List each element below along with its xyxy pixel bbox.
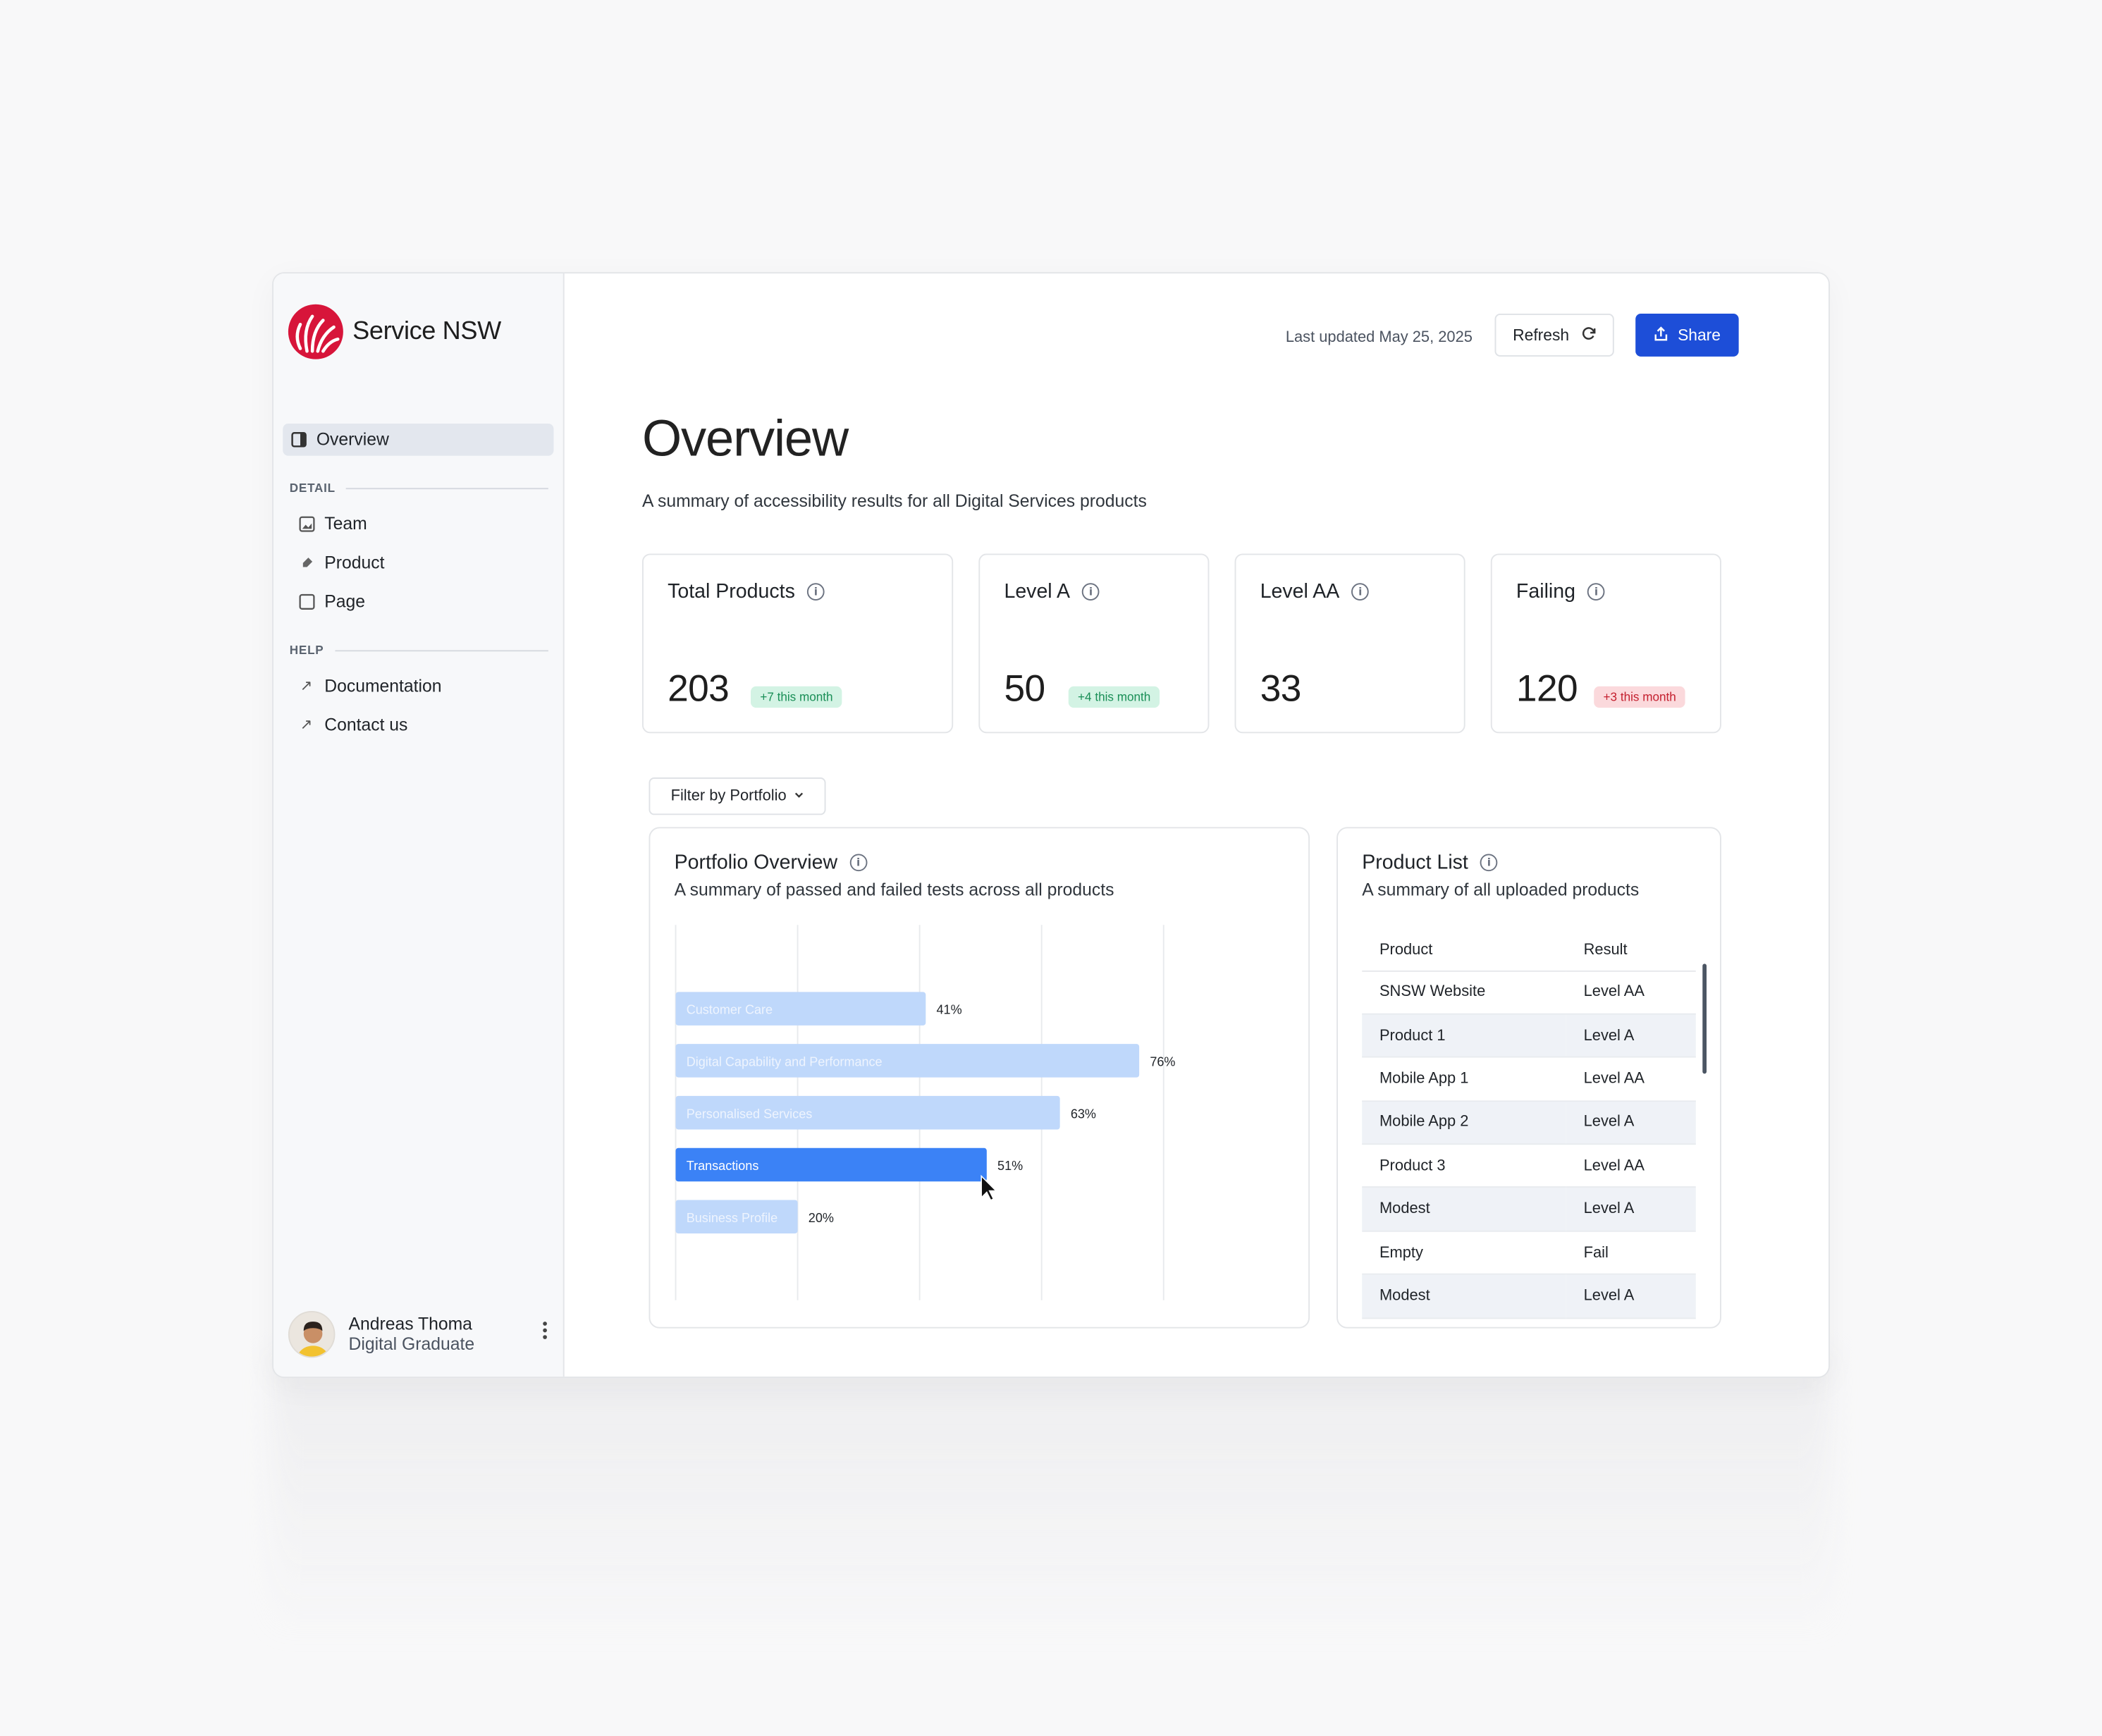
refresh-button[interactable]: Refresh xyxy=(1494,314,1614,357)
stat-value: 33 xyxy=(1260,667,1302,710)
info-icon[interactable]: i xyxy=(1587,583,1605,601)
bar-value-label: 41% xyxy=(937,1003,962,1017)
sidebar-item-contact-us[interactable]: ↗ Contact us xyxy=(297,714,408,735)
result-cell: Level A xyxy=(1566,1274,1696,1319)
product-name-cell: Modest xyxy=(1362,1274,1566,1319)
result-cell: Level A xyxy=(1566,1187,1696,1232)
sidebar-item-label: Documentation xyxy=(324,675,442,696)
table-row[interactable]: Mobile App 1 Level AA xyxy=(1362,1057,1696,1102)
page-subtitle: A summary of accessibility results for a… xyxy=(641,491,1147,511)
arrow-up-right-icon: ↗ xyxy=(300,717,313,734)
detail-section-heading: DETAIL xyxy=(290,481,548,495)
tag-icon xyxy=(297,553,315,571)
table-row[interactable]: Product 1 Level A xyxy=(1362,1014,1696,1059)
product-name-cell: Mobile App 1 xyxy=(1362,1057,1566,1102)
stat-card-level-aa: Level AA i 33 xyxy=(1234,553,1465,734)
stat-value: 120 xyxy=(1516,667,1578,710)
portfolio-overview-panel: Portfolio Overview i A summary of passed … xyxy=(649,827,1310,1329)
product-name-cell: SNSW Website xyxy=(1362,970,1566,1015)
share-button[interactable]: Share xyxy=(1635,314,1739,357)
sidebar-item-product[interactable]: Product xyxy=(297,552,385,573)
bar-label: Business Profile xyxy=(687,1211,778,1225)
product-name-cell: Product 1 xyxy=(1362,1014,1566,1059)
bar-label: Customer Care xyxy=(687,1003,773,1017)
bar-value-label: 63% xyxy=(1071,1107,1096,1121)
portfolio-bar-chart: Customer Care 41% Digital Capability and P… xyxy=(675,925,1175,1300)
info-icon[interactable]: i xyxy=(806,583,825,601)
result-cell: Level AA xyxy=(1566,1144,1696,1188)
product-name-cell: Product 3 xyxy=(1362,1144,1566,1188)
arrow-up-right-icon: ↗ xyxy=(300,678,313,695)
table-row[interactable]: Empty Fail xyxy=(1362,1231,1696,1276)
product-name-cell: Modest xyxy=(1362,1187,1566,1232)
bar-label: Transactions xyxy=(687,1159,759,1173)
refresh-icon xyxy=(1580,325,1596,345)
trend-badge: +4 this month xyxy=(1068,686,1160,708)
product-table: Product Result SNSW Website Level AA Produ… xyxy=(1362,930,1696,1319)
bar-value-label: 20% xyxy=(809,1211,834,1225)
user-role: Digital Graduate xyxy=(348,1334,475,1354)
chevron-down-icon xyxy=(793,788,804,804)
app-window: Service NSW Overview DETAIL Team Product… xyxy=(272,272,1830,1379)
product-name-cell: Empty xyxy=(1362,1231,1566,1276)
table-row[interactable]: Modest Level A xyxy=(1362,1274,1696,1319)
more-options-icon[interactable] xyxy=(540,1322,548,1343)
table-row[interactable]: Mobile App 2 Level A xyxy=(1362,1100,1696,1145)
sidebar-item-team[interactable]: Team xyxy=(297,513,367,534)
table-scrollbar[interactable] xyxy=(1702,964,1707,1074)
result-cell: Fail xyxy=(1566,1231,1696,1276)
column-header-product[interactable]: Product xyxy=(1362,930,1566,971)
result-cell: Level A xyxy=(1566,1014,1696,1059)
bar-label: Digital Capability and Performance xyxy=(687,1055,883,1069)
stat-value: 50 xyxy=(1004,667,1045,710)
page-title: Overview xyxy=(641,411,849,468)
stat-value: 203 xyxy=(668,667,730,710)
avatar xyxy=(288,1310,336,1358)
stat-card-failing: Failing i 120 +3 this month xyxy=(1490,553,1721,734)
bar-value-label: 76% xyxy=(1150,1055,1175,1069)
user-name: Andreas Thoma xyxy=(348,1313,472,1334)
service-nsw-logo-icon xyxy=(288,304,343,359)
table-header-row: Product Result xyxy=(1362,930,1696,971)
sidebar-item-page[interactable]: Page xyxy=(297,591,366,612)
sidebar-item-label: Contact us xyxy=(324,714,408,735)
result-cell: Level A xyxy=(1566,1100,1696,1145)
info-icon[interactable]: i xyxy=(1351,583,1370,601)
trend-badge: +3 this month xyxy=(1594,686,1686,708)
sidebar-item-documentation[interactable]: ↗ Documentation xyxy=(297,675,442,696)
sidebar-item-overview-row[interactable]: Overview xyxy=(290,429,389,450)
table-row[interactable]: Product 3 Level AA xyxy=(1362,1144,1696,1188)
image-icon xyxy=(297,515,315,532)
result-cell: Level AA xyxy=(1566,1057,1696,1102)
stat-card-level-a: Level Ai 50 +4 this month xyxy=(978,553,1210,734)
product-name-cell: Mobile App 2 xyxy=(1362,1100,1566,1145)
book-icon xyxy=(290,430,307,448)
sidebar-item-label: Overview xyxy=(316,429,389,450)
sidebar-item-label: Product xyxy=(324,552,385,573)
help-section-heading: HELP xyxy=(290,644,548,657)
bar-label: Personalised Services xyxy=(687,1107,813,1121)
trend-badge: +7 this month xyxy=(751,686,842,708)
info-icon[interactable]: i xyxy=(1480,854,1498,872)
column-header-result[interactable]: Result xyxy=(1566,930,1696,971)
panel-title: Product List xyxy=(1362,851,1468,874)
square-icon xyxy=(297,593,315,610)
user-profile[interactable]: Andreas Thoma Digital Graduate xyxy=(288,1308,556,1359)
stat-card-total-products: Total Products i 203 +7 this month xyxy=(641,553,954,734)
filter-by-portfolio-dropdown[interactable]: Filter by Portfolio xyxy=(649,777,826,815)
sidebar-item-label: Team xyxy=(324,513,367,534)
sidebar: Service NSW Overview DETAIL Team Product… xyxy=(273,273,565,1377)
table-row[interactable]: SNSW Website Level AA xyxy=(1362,970,1696,1015)
brand-name: Service NSW xyxy=(352,317,501,346)
mouse-cursor-icon xyxy=(981,1174,997,1201)
result-cell: Level AA xyxy=(1566,970,1696,1015)
panel-subtitle: A summary of all uploaded products xyxy=(1362,879,1640,900)
table-row[interactable]: Modest Level A xyxy=(1362,1187,1696,1232)
info-icon[interactable]: i xyxy=(1082,583,1100,601)
bar-value-label: 51% xyxy=(997,1159,1023,1173)
last-updated-text: Last updated May 25, 2025 xyxy=(1285,329,1473,346)
product-list-panel: Product List i A summary of all uploaded … xyxy=(1336,827,1721,1329)
sidebar-item-label: Page xyxy=(324,591,366,612)
share-icon xyxy=(1654,325,1670,345)
